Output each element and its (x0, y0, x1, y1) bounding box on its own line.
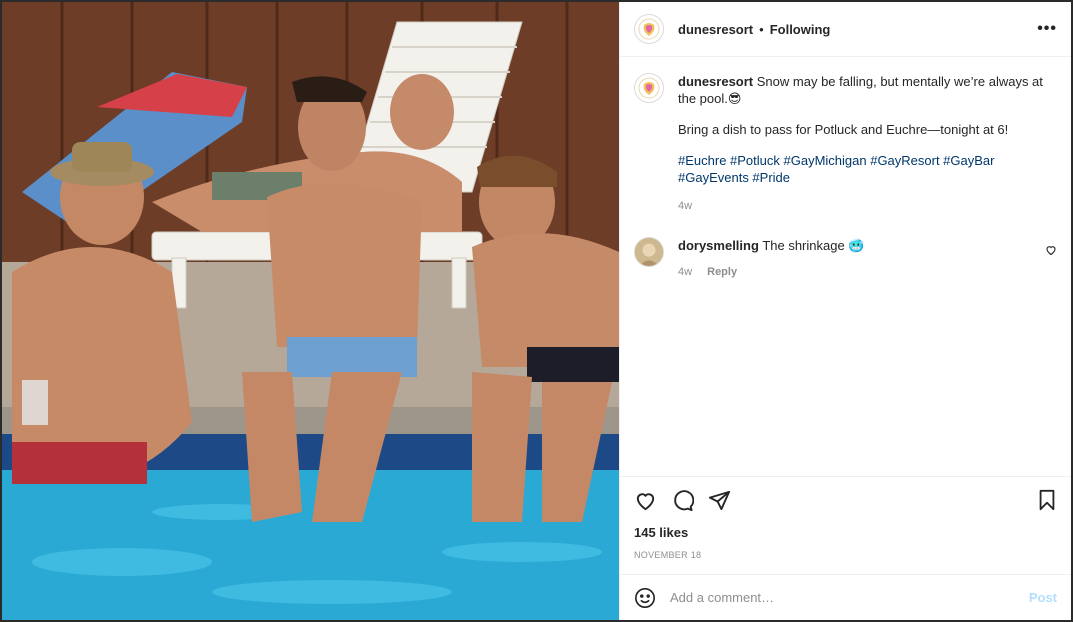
caption: dunesresort Snow may be falling, but men… (634, 73, 1057, 215)
comment-body: dorysmelling The shrinkage 🥶 4w Reply (678, 237, 1037, 281)
resort-logo-icon (638, 77, 660, 99)
pool-scene-illustration (2, 2, 619, 620)
add-comment-bar: Post (620, 574, 1071, 620)
post-comment-button[interactable]: Post (1029, 590, 1057, 605)
caption-hashtags[interactable]: #Euchre #Potluck #GayMichigan #GayResort… (678, 152, 1057, 186)
caption-line-1: dunesresort Snow may be falling, but men… (678, 73, 1057, 107)
emoji-icon[interactable] (634, 587, 656, 609)
header-separator: • (759, 21, 764, 37)
heart-icon[interactable] (634, 489, 657, 512)
share-icon[interactable] (708, 489, 731, 512)
caption-body: dunesresort Snow may be falling, but men… (678, 73, 1057, 215)
instagram-post: dunesresort • Following ••• dunesresort … (2, 2, 1071, 620)
likes-count[interactable]: 145 likes (634, 525, 1057, 540)
post-date: NOVEMBER 18 (634, 550, 702, 560)
avatar[interactable] (634, 237, 664, 267)
caption-age: 4w (678, 200, 693, 212)
user-photo-icon (635, 238, 663, 266)
comment-text: The shrinkage 🥶 (762, 238, 865, 253)
bookmark-icon[interactable] (1037, 489, 1057, 511)
comment-icon[interactable] (671, 489, 694, 512)
post-photo[interactable] (2, 2, 619, 620)
resort-logo-icon (638, 18, 660, 40)
comment-like-heart-icon[interactable] (1045, 243, 1057, 261)
action-icons (634, 487, 1057, 513)
caption-line-2: Bring a dish to pass for Potluck and Euc… (678, 122, 1009, 137)
comment-meta: 4w Reply (678, 264, 1037, 281)
comment-age: 4w (678, 266, 693, 278)
post-author-username[interactable]: dunesresort (678, 22, 753, 37)
reply-button[interactable]: Reply (707, 266, 737, 278)
post-side-panel: dunesresort • Following ••• dunesresort … (619, 2, 1071, 620)
comment-input[interactable] (670, 590, 1029, 605)
avatar[interactable] (634, 73, 664, 103)
post-header: dunesresort • Following ••• (620, 2, 1071, 57)
avatar[interactable] (634, 14, 664, 44)
comment-line: dorysmelling The shrinkage 🥶 (678, 237, 1037, 254)
comment-username[interactable]: dorysmelling (678, 238, 759, 253)
comments-section: dunesresort Snow may be falling, but men… (620, 57, 1071, 476)
screenshot-frame: dunesresort • Following ••• dunesresort … (0, 0, 1073, 622)
caption-username[interactable]: dunesresort (678, 74, 753, 89)
post-actions: 145 likes NOVEMBER 18 (620, 476, 1071, 574)
following-button[interactable]: Following (770, 22, 831, 37)
comment-item: dorysmelling The shrinkage 🥶 4w Reply (634, 237, 1057, 281)
more-options-icon[interactable]: ••• (1037, 20, 1057, 38)
